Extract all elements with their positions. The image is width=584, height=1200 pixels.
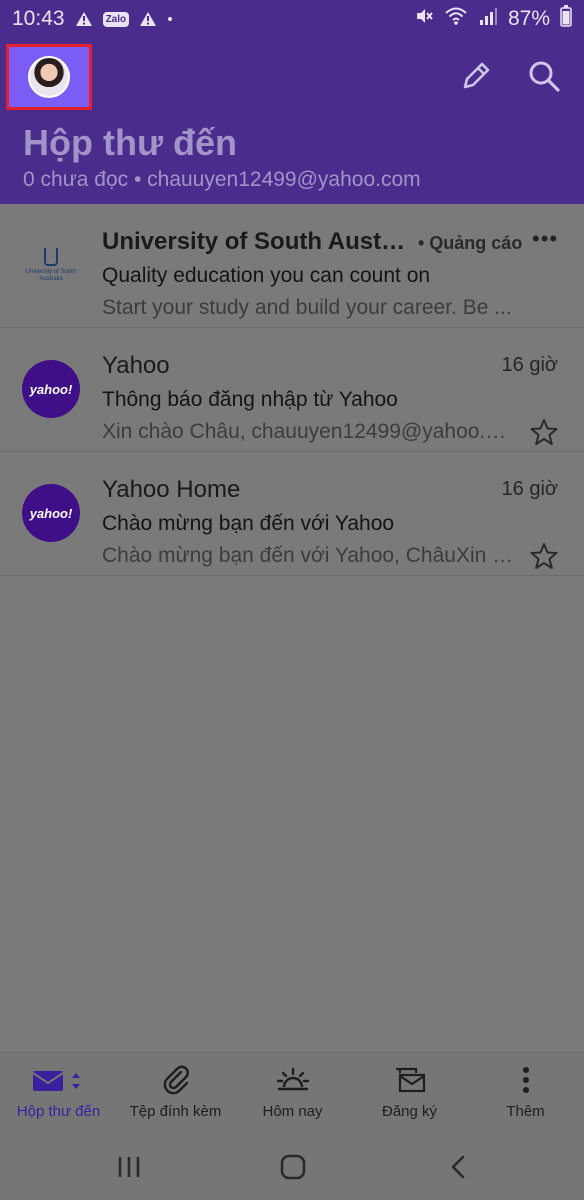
unisa-logo: University of South Australia [22,236,80,294]
status-bar: 10:43 Zalo 87% [0,0,584,38]
email-sender: Yahoo Home [102,476,241,503]
dot-icon [167,16,173,22]
nav-more[interactable]: Thêm [467,1053,584,1133]
logo-label: University of South Australia [25,268,77,282]
sunrise-icon [276,1053,310,1095]
mute-icon [414,6,434,32]
email-subject: Thông báo đăng nhập từ Yahoo [102,388,398,411]
nav-label: Đăng ký [381,1103,438,1120]
system-navigation-bar [0,1132,584,1200]
bottom-navigation: Hộp thư đến Tệp đính kèm Hôm nay Đăng ký… [0,1052,584,1132]
home-icon [280,1154,306,1180]
paperclip-icon [160,1053,192,1095]
email-sender: University of South Australia [102,228,412,255]
email-preview: Xin chào Châu, chauuyen12499@yahoo.com [102,420,514,443]
email-row-ad[interactable]: University of South Australia University… [0,204,584,328]
avatar [28,56,70,98]
pencil-icon [463,62,490,89]
nav-label: Hôm nay [262,1103,323,1120]
email-preview: Start your study and build your career. … [102,296,512,319]
email-list: University of South Australia University… [0,204,584,576]
email-row[interactable]: yahoo! Yahoo 16 giờ Thông báo đăng nhập … [0,328,584,452]
inbox-subtitle: 0 chưa đọc • chauuyen12499@yahoo.com [23,168,421,191]
recents-icon [118,1157,140,1177]
nav-label: Hộp thư đến [16,1103,101,1120]
yahoo-logo: yahoo! [22,484,80,542]
more-options-icon[interactable]: ••• [532,226,558,252]
zalo-icon: Zalo [102,11,130,27]
star-icon[interactable] [530,542,558,570]
nav-inbox[interactable]: Hộp thư đến [0,1053,117,1133]
email-subject: Chào mừng bạn đến với Yahoo [102,512,395,535]
recent-apps-button[interactable] [116,1154,142,1185]
battery-icon [560,5,572,33]
star-icon[interactable] [530,418,558,446]
email-time: 16 giờ [501,478,558,500]
email-time: 16 giờ [501,354,558,376]
page-title: Hộp thư đến [23,122,238,163]
warning-icon [75,11,93,27]
compose-button[interactable] [456,56,496,96]
warning-icon [139,11,157,27]
home-button[interactable] [280,1154,306,1185]
status-time: 10:43 [12,7,65,30]
nav-subscriptions[interactable]: Đăng ký [351,1053,468,1133]
yahoo-logo: yahoo! [22,360,80,418]
battery-text: 87% [507,7,550,30]
email-row[interactable]: yahoo! Yahoo Home 16 giờ Chào mừng bạn đ… [0,452,584,576]
nav-label: Thêm [506,1103,545,1120]
nav-label: Tệp đính kèm [129,1103,222,1120]
search-button[interactable] [524,56,564,96]
email-preview: Chào mừng bạn đến với Yahoo, ChâuXin chà… [102,544,514,567]
signal-icon [478,6,498,32]
sponsored-badge: • Quảng cáo [418,233,523,253]
subscriptions-icon [392,1053,428,1095]
email-sender: Yahoo [102,352,170,379]
wifi-icon [444,6,468,32]
app-header: Hộp thư đến 0 chưa đọc • chauuyen12499@y… [0,38,584,204]
back-button[interactable] [448,1154,468,1185]
nav-today[interactable]: Hôm nay [234,1053,351,1133]
unisa-mark-icon [44,247,58,266]
back-icon [451,1155,465,1179]
search-icon [529,61,560,92]
mail-icon [31,1053,87,1095]
status-right: 87% [414,5,572,33]
email-subject: Quality education you can count on [102,264,431,287]
account-avatar-button[interactable] [6,44,92,110]
more-vertical-icon [521,1053,531,1095]
nav-attachments[interactable]: Tệp đính kèm [117,1053,234,1133]
